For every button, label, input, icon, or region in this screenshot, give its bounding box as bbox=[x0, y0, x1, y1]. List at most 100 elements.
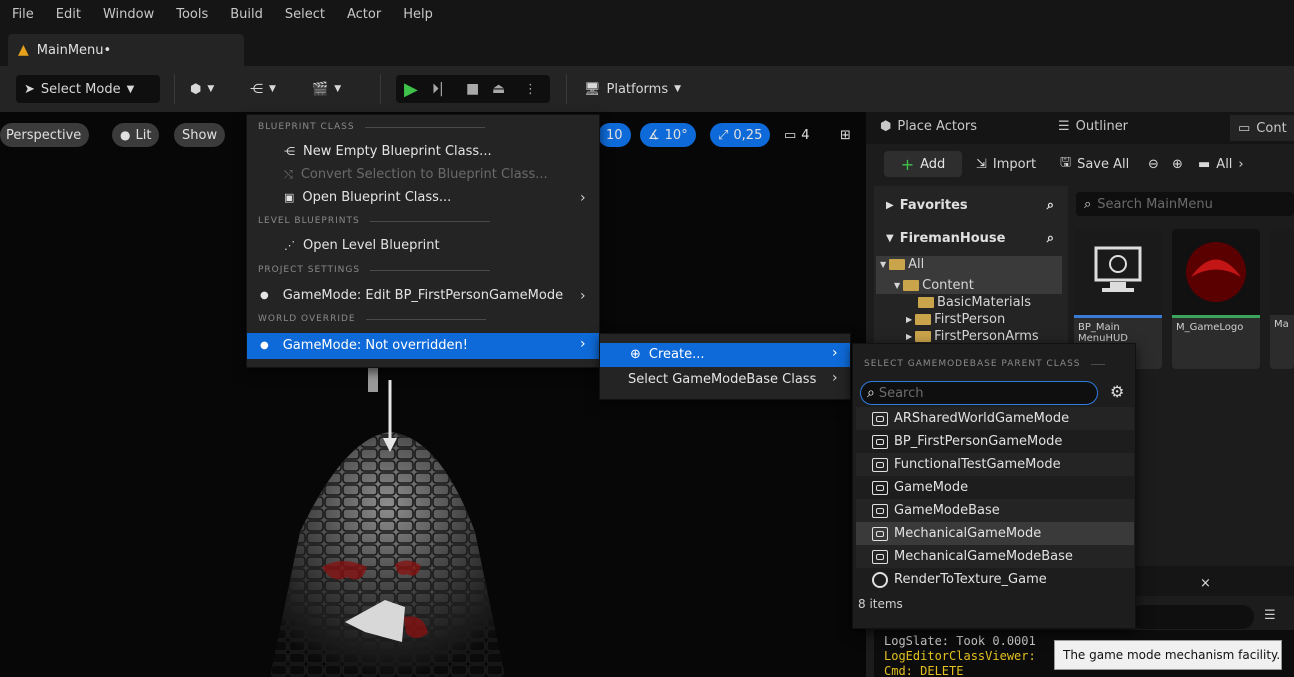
menu-build[interactable]: Build bbox=[230, 7, 263, 22]
tree-item-basicmaterials[interactable]: BasicMaterials bbox=[918, 295, 1031, 310]
blueprint-button[interactable]: ⋲ ▼ bbox=[250, 75, 276, 103]
asset-tile-gamelogo[interactable]: M_GameLogo bbox=[1172, 229, 1260, 369]
favorites-label: Favorites bbox=[899, 197, 968, 213]
menu-tools[interactable]: Tools bbox=[176, 7, 208, 22]
show-button[interactable]: Show bbox=[174, 123, 226, 147]
platforms-button[interactable]: 🖥 Platforms ▼ bbox=[584, 75, 681, 103]
more-options-icon[interactable]: ⋮ bbox=[524, 75, 537, 103]
eject-icon[interactable]: ⏏ bbox=[492, 75, 505, 103]
menu-window[interactable]: Window bbox=[103, 7, 154, 22]
lit-icon: ● bbox=[120, 128, 131, 142]
divider bbox=[365, 318, 486, 320]
menu-help[interactable]: Help bbox=[403, 7, 433, 22]
tree-item-all[interactable]: ▼ All bbox=[880, 257, 924, 272]
nav-forward-icon[interactable]: ⊕ bbox=[1172, 150, 1183, 178]
import-button[interactable]: ⇲ Import bbox=[976, 150, 1036, 178]
level-tab[interactable]: ▲ MainMenu• bbox=[8, 34, 244, 66]
picker-item-count: 8 items bbox=[858, 597, 903, 611]
menu-actor[interactable]: Actor bbox=[347, 7, 381, 22]
nav-back-icon[interactable]: ⊖ bbox=[1148, 150, 1159, 178]
step-icon[interactable]: ⏵| bbox=[432, 75, 444, 103]
tree-item-firstpersonarms[interactable]: ▶ FirstPersonArms bbox=[906, 329, 1039, 343]
new-empty-blueprint-item[interactable]: ⋲ New Empty Blueprint Class... bbox=[284, 144, 492, 159]
log-filter-input[interactable] bbox=[1130, 605, 1254, 629]
select-gamemodebase-item[interactable]: Select GameModeBase Class bbox=[628, 372, 816, 387]
search-icon[interactable]: ⌕ bbox=[1047, 198, 1054, 213]
picker-item[interactable]: ARSharedWorldGameMode bbox=[856, 407, 1134, 430]
scale-snap-button[interactable]: ⤢ 0,25 bbox=[710, 123, 771, 147]
picker-item[interactable]: RenderToTexture_Game bbox=[856, 568, 1134, 591]
picker-item-hovered[interactable]: MechanicalGameMode bbox=[856, 522, 1134, 545]
gear-icon[interactable]: ⚙ bbox=[1110, 382, 1124, 401]
asset-thumbnail bbox=[1270, 229, 1294, 315]
menu-file[interactable]: File bbox=[12, 7, 34, 22]
item-label: Open Level Blueprint bbox=[303, 238, 440, 253]
close-icon[interactable]: × bbox=[1200, 576, 1211, 591]
menu-select[interactable]: Select bbox=[285, 7, 325, 22]
open-level-blueprint-item[interactable]: ⋰ Open Level Blueprint bbox=[284, 238, 440, 253]
select-mode-button[interactable]: ➤ Select Mode ▼ bbox=[16, 75, 160, 103]
item-label: Convert Selection to Blueprint Class... bbox=[300, 167, 548, 182]
tree-item-label: Content bbox=[922, 278, 974, 293]
scale-icon: ⤢ bbox=[718, 127, 729, 143]
grid-snap-button[interactable]: 10 bbox=[598, 123, 631, 147]
add-actor-button[interactable]: ⬢ ▼ bbox=[190, 75, 214, 103]
picker-item[interactable]: GameMode bbox=[856, 476, 1134, 499]
tooltip: The game mode mechanism facility. bbox=[1054, 640, 1282, 670]
perspective-button[interactable]: Perspective bbox=[0, 123, 90, 147]
picker-search-input[interactable]: ⌕ Search bbox=[860, 381, 1098, 405]
project-header[interactable]: ▼ FiremanHouse ⌕ bbox=[874, 222, 1068, 254]
picker-item[interactable]: FunctionalTestGameMode bbox=[856, 453, 1134, 476]
camera-speed-button[interactable]: ▭ 4 bbox=[776, 123, 818, 147]
lit-button[interactable]: ● Lit bbox=[112, 123, 160, 147]
path-all-label: All bbox=[1216, 156, 1233, 172]
rotation-snap-button[interactable]: ∡ 10° bbox=[640, 123, 696, 147]
gamemode-override-item[interactable]: ● GameMode: Not overridden! bbox=[260, 338, 468, 353]
layout-icon[interactable]: ⊞ bbox=[832, 123, 859, 147]
picker-item[interactable]: MechanicalGameModeBase bbox=[856, 545, 1134, 568]
filter-icon[interactable]: ☰ bbox=[1264, 608, 1276, 623]
gamemode-edit-item[interactable]: ● GameMode: Edit BP_FirstPersonGameMode bbox=[260, 288, 563, 303]
chevron-down-icon: ▼ bbox=[207, 84, 215, 94]
tooltip-text: The game mode mechanism facility. bbox=[1063, 648, 1281, 662]
tree-item-content[interactable]: ▼ Content bbox=[894, 278, 974, 293]
item-label: New Empty Blueprint Class... bbox=[303, 144, 492, 159]
search-icon[interactable]: ⌕ bbox=[1047, 231, 1054, 246]
monitor-icon bbox=[1074, 229, 1162, 315]
create-item[interactable]: ⊕ Create... bbox=[630, 347, 705, 362]
folder-icon bbox=[918, 297, 934, 308]
gamemode-icon bbox=[872, 411, 888, 426]
convert-selection-item[interactable]: ⤭ Convert Selection to Blueprint Class..… bbox=[284, 167, 548, 182]
tab-outliner[interactable]: ☰ Outliner bbox=[1058, 119, 1128, 134]
open-blueprint-class-item[interactable]: ▣ Open Blueprint Class... bbox=[284, 190, 451, 205]
clapboard-icon: 🎬 bbox=[312, 81, 329, 97]
stop-icon[interactable]: ■ bbox=[466, 75, 479, 103]
toolbar-divider bbox=[566, 74, 567, 104]
path-breadcrumb[interactable]: ▬ All › bbox=[1198, 150, 1244, 178]
tab-place-actors[interactable]: ⬢ Place Actors bbox=[880, 119, 977, 134]
hud-thumbnail bbox=[1094, 246, 1142, 292]
tree-item-firstperson[interactable]: ▶ FirstPerson bbox=[906, 312, 1005, 327]
save-all-button[interactable]: 🖫 Save All bbox=[1060, 150, 1129, 178]
picker-search-placeholder: Search bbox=[878, 385, 924, 401]
add-button[interactable]: + Add bbox=[884, 151, 962, 177]
item-label: GameMode: Not overridden! bbox=[282, 338, 468, 353]
asset-tile-partial[interactable]: Ma bbox=[1270, 229, 1294, 369]
cinematics-button[interactable]: 🎬 ▼ bbox=[312, 75, 341, 103]
show-label: Show bbox=[182, 127, 218, 143]
menu-edit[interactable]: Edit bbox=[56, 7, 81, 22]
toolbar-divider bbox=[174, 74, 175, 104]
chevron-down-icon: ▼ bbox=[674, 84, 682, 94]
chevron-right-icon: › bbox=[580, 336, 586, 352]
picker-item[interactable]: BP_FirstPersonGameMode bbox=[856, 430, 1134, 453]
picker-item[interactable]: GameModeBase bbox=[856, 499, 1134, 522]
content-search-input[interactable]: ⌕ Search MainMenu bbox=[1076, 192, 1294, 216]
favorites-header[interactable]: ▶ Favorites ⌕ bbox=[874, 189, 1068, 221]
tab-content-browser[interactable]: ▭ Cont bbox=[1230, 115, 1294, 141]
blueprint-icon: ⋲ bbox=[250, 81, 263, 97]
play-icon[interactable]: ▶ bbox=[404, 75, 418, 103]
cursor-icon: ➤ bbox=[24, 81, 35, 97]
chevron-right-icon: ▶ bbox=[906, 315, 913, 324]
toolbar-divider bbox=[380, 74, 381, 104]
section-world-override: WORLD OVERRIDE bbox=[258, 314, 486, 324]
